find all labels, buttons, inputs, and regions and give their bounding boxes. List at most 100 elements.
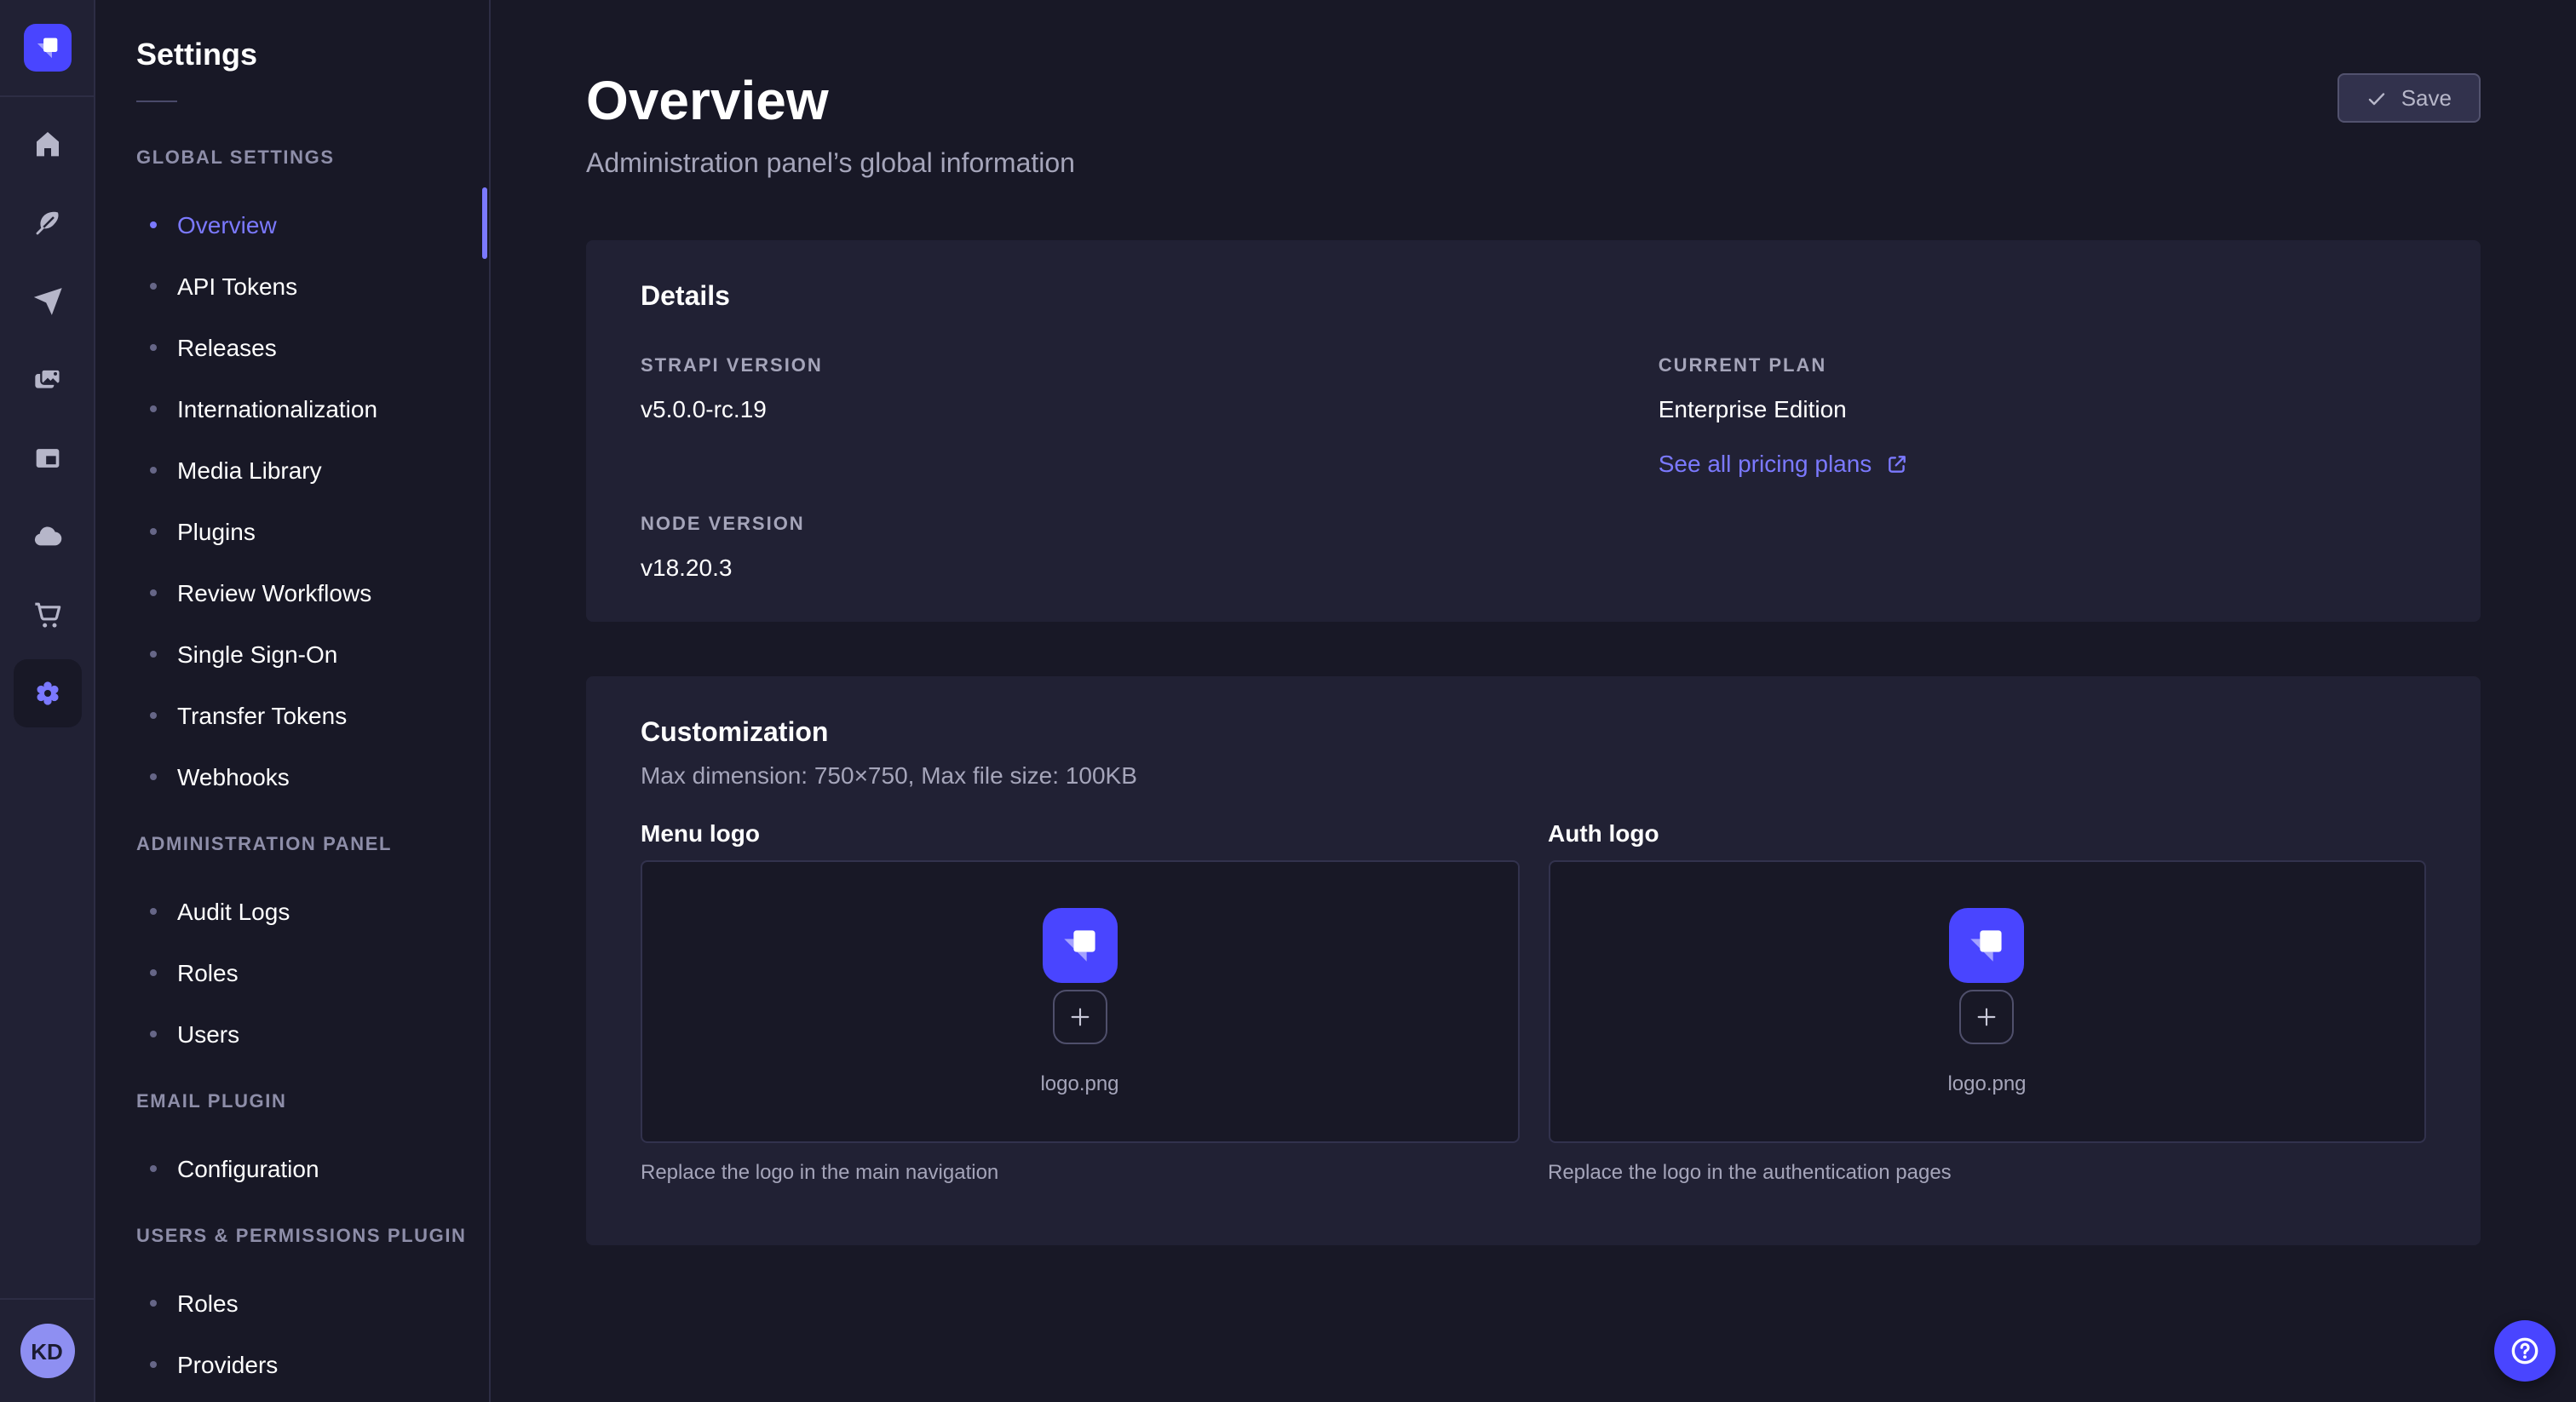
sidebar-item-audit-logs[interactable]: Audit Logs	[95, 881, 489, 942]
nav-content-type-builder-button[interactable]	[13, 424, 81, 492]
section-email-plugin: EMAIL PLUGIN Configuration	[95, 1092, 489, 1199]
customization-card: Customization Max dimension: 750×750, Ma…	[586, 676, 2481, 1245]
sidebar-item-up-providers[interactable]: Providers	[95, 1334, 489, 1395]
sidebar-item-single-sign-on[interactable]: Single Sign-On	[95, 623, 489, 685]
sidebar-item-label: Configuration	[177, 1155, 319, 1182]
sidebar-item-label: Overview	[177, 211, 277, 238]
sidebar-item-label: Providers	[177, 1351, 278, 1378]
help-button[interactable]	[2494, 1320, 2556, 1382]
subnav-scrollbar-thumb[interactable]	[482, 187, 487, 259]
strapi-logo-icon	[28, 29, 66, 66]
bullet-icon	[150, 283, 157, 290]
sidebar-item-overview[interactable]: Overview	[95, 194, 489, 256]
menu-logo-label: Menu logo	[641, 819, 1519, 847]
workspace-logo-button[interactable]	[23, 24, 71, 72]
strapi-logo-icon	[1051, 916, 1109, 974]
bullet-icon	[150, 221, 157, 228]
bullet-icon	[150, 589, 157, 596]
sidebar-item-admin-roles[interactable]: Roles	[95, 942, 489, 1003]
feather-icon	[30, 206, 64, 240]
sidebar-item-media-library[interactable]: Media Library	[95, 440, 489, 501]
section-label: GLOBAL SETTINGS	[136, 148, 489, 170]
customization-card-subtitle: Max dimension: 750×750, Max file size: 1…	[641, 761, 2426, 789]
bullet-icon	[150, 969, 157, 976]
section-label: ADMINISTRATION PANEL	[136, 835, 489, 857]
current-plan-value: Enterprise Edition	[1659, 392, 2426, 426]
rail-bottom: KD	[0, 1298, 94, 1402]
nav-marketplace-button[interactable]	[13, 581, 81, 649]
section-users-permissions-plugin: USERS & PERMISSIONS PLUGIN Roles Provide…	[95, 1227, 489, 1395]
home-icon	[30, 128, 64, 162]
nav-content-manager-button[interactable]	[13, 189, 81, 257]
sidebar-item-label: Roles	[177, 959, 239, 986]
details-card: Details STRAPI VERSION v5.0.0-rc.19 CURR…	[586, 240, 2481, 622]
sidebar-item-label: API Tokens	[177, 273, 297, 300]
sidebar-item-releases[interactable]: Releases	[95, 317, 489, 378]
page-subtitle: Administration panel’s global informatio…	[586, 150, 1075, 181]
node-version-value: v18.20.3	[641, 550, 1659, 584]
sidebar-item-api-tokens[interactable]: API Tokens	[95, 256, 489, 317]
media-library-icon	[30, 363, 64, 397]
settings-sidebar: Settings GLOBAL SETTINGS Overview API To…	[95, 0, 491, 1402]
pricing-plans-link[interactable]: See all pricing plans	[1659, 450, 1908, 477]
page-title: Overview	[586, 68, 1075, 133]
sidebar-item-label: Audit Logs	[177, 898, 290, 925]
sidebar-item-label: Plugins	[177, 518, 256, 545]
bullet-icon	[150, 712, 157, 719]
logo-grid: Menu logo	[641, 819, 2426, 1204]
nav-cloud-button[interactable]	[13, 503, 81, 571]
bullet-icon	[150, 1165, 157, 1172]
menu-logo-filename: logo.png	[1040, 1072, 1118, 1095]
bullet-icon	[150, 1361, 157, 1368]
auth-logo-add-button[interactable]	[1960, 990, 2015, 1044]
sidebar-item-review-workflows[interactable]: Review Workflows	[95, 562, 489, 623]
customization-card-title: Customization	[641, 717, 2426, 751]
sidebar-item-label: Review Workflows	[177, 579, 371, 606]
nav-settings-button[interactable]	[13, 659, 81, 727]
main-nav-rail: KD	[0, 0, 95, 1402]
sidebar-item-up-roles[interactable]: Roles	[95, 1273, 489, 1334]
nav-media-library-button[interactable]	[13, 346, 81, 414]
sidebar-item-transfer-tokens[interactable]: Transfer Tokens	[95, 685, 489, 746]
cloud-icon	[30, 520, 64, 554]
page-header: Overview Administration panel’s global i…	[586, 68, 2481, 181]
rail-icon-list	[13, 97, 81, 727]
details-card-title: Details	[641, 281, 2426, 315]
user-avatar[interactable]: KD	[20, 1324, 74, 1378]
menu-logo-upload-box: logo.png	[641, 860, 1519, 1143]
node-version-field: NODE VERSION v18.20.3	[641, 514, 1659, 584]
menu-logo-add-button[interactable]	[1053, 990, 1107, 1044]
main-content: Overview Administration panel’s global i…	[491, 0, 2576, 1402]
bullet-icon	[150, 405, 157, 412]
sidebar-item-label: Webhooks	[177, 763, 290, 790]
node-version-label: NODE VERSION	[641, 514, 1659, 537]
plus-icon	[1067, 1003, 1094, 1031]
section-label: USERS & PERMISSIONS PLUGIN	[136, 1227, 489, 1249]
auth-logo-field: Auth logo	[1548, 819, 2426, 1204]
app-window: KD Settings GLOBAL SETTINGS Overview API…	[0, 0, 2576, 1402]
nav-releases-button[interactable]	[13, 267, 81, 336]
bullet-icon	[150, 773, 157, 780]
strapi-version-value: v5.0.0-rc.19	[641, 392, 1659, 426]
rail-divider-bottom	[0, 1298, 94, 1300]
auth-logo-filename: logo.png	[1947, 1072, 2026, 1095]
sidebar-title: Settings	[136, 37, 489, 73]
nav-home-button[interactable]	[13, 111, 81, 179]
auth-logo-label: Auth logo	[1548, 819, 2426, 847]
bullet-icon	[150, 467, 157, 474]
sidebar-item-internationalization[interactable]: Internationalization	[95, 378, 489, 440]
sidebar-item-email-configuration[interactable]: Configuration	[95, 1138, 489, 1199]
sidebar-item-admin-users[interactable]: Users	[95, 1003, 489, 1065]
save-button-label: Save	[2401, 85, 2452, 111]
sidebar-item-webhooks[interactable]: Webhooks	[95, 746, 489, 807]
bullet-icon	[150, 1300, 157, 1307]
strapi-logo-icon	[1958, 916, 2016, 974]
menu-logo-preview	[1043, 908, 1118, 983]
menu-logo-field: Menu logo	[641, 819, 1519, 1204]
sidebar-item-plugins[interactable]: Plugins	[95, 501, 489, 562]
save-button[interactable]: Save	[2338, 73, 2481, 123]
paper-plane-icon	[30, 284, 64, 319]
pricing-plans-link-label: See all pricing plans	[1659, 450, 1872, 477]
sidebar-item-label: Internationalization	[177, 395, 377, 422]
shopping-cart-icon	[30, 598, 64, 632]
